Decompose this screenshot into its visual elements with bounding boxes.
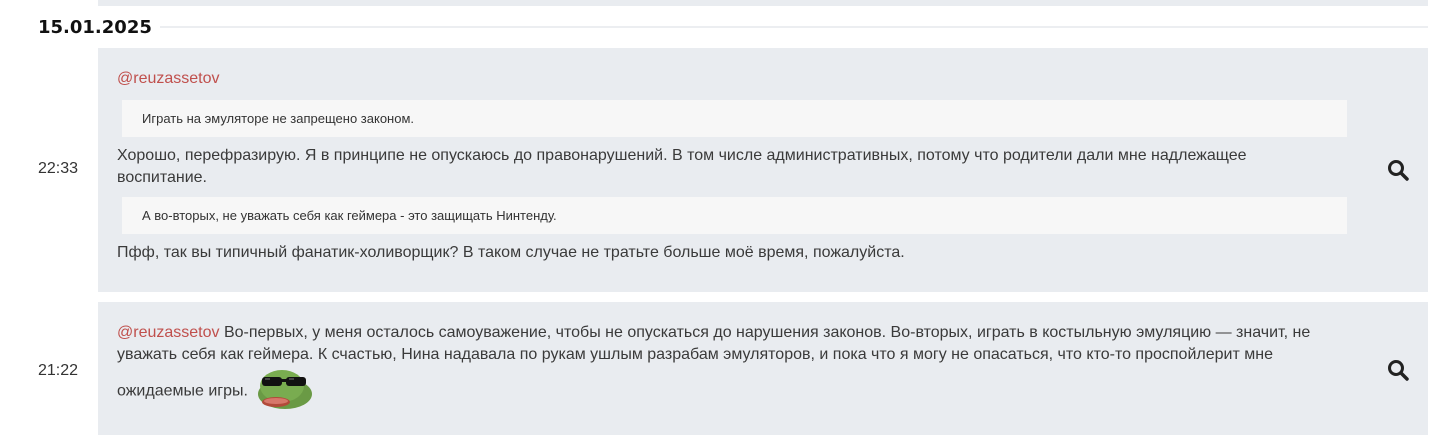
message-card: @reuzassetov Во-первых, у меня осталось … [98,302,1428,435]
message-row: 22:33 @reuzassetov Играть на эмуляторе н… [0,48,1451,292]
message-time: 22:33 [38,160,79,177]
search-icon[interactable] [1386,358,1410,382]
author-mention-link[interactable]: @reuzassetov [117,324,220,341]
author-mention-link[interactable]: @reuzassetov [117,70,220,87]
pepe-sunglasses-emoji [256,366,314,417]
message-text: Пфф, так вы типичный фанатик-холиворщик?… [117,244,905,261]
date-separator: 15.01.2025 [38,14,1428,40]
quote-block: Играть на эмуляторе не запрещено законом… [122,100,1347,137]
quote-text: Играть на эмуляторе не запрещено законом… [142,111,415,126]
message-card: @reuzassetov Играть на эмуляторе не запр… [98,48,1428,292]
date-divider-line [159,26,1428,28]
quote-block: А во-вторых, не уважать себя как геймера… [122,197,1347,234]
search-icon[interactable] [1386,158,1410,182]
chat-log-page: 15.01.2025 22:33 @reuzassetov Играть на … [0,0,1451,435]
message-row: 21:22 @reuzassetov Во-первых, у меня ост… [0,302,1451,435]
quote-text: А во-вторых, не уважать себя как геймера… [142,208,557,223]
date-label: 15.01.2025 [38,16,152,38]
message-time: 21:22 [38,362,79,379]
message-content: @reuzassetov Играть на эмуляторе не запр… [117,68,1347,264]
previous-message-card-edge [98,0,1428,6]
message-content: @reuzassetov Во-первых, у меня осталось … [117,322,1339,417]
message-text: Хорошо, перефразирую. Я в принципе не оп… [117,147,1247,186]
